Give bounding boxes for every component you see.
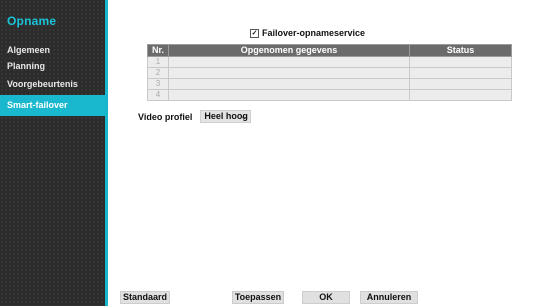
video-profile-label: Video profiel (138, 111, 193, 122)
row-recorded-data (168, 78, 410, 90)
table-row[interactable]: 1 (147, 56, 512, 68)
sidebar: Opname Algemeen Planning Voorgebeurtenis… (0, 0, 105, 306)
table-row[interactable]: 2 (147, 67, 512, 79)
table-row[interactable]: 3 (147, 78, 512, 90)
failover-checkbox-row: ✓ Failover-opnameservice (250, 28, 365, 38)
table-header-row: Nr. Opgenomen gegevens Status (147, 44, 512, 57)
main-panel: ✓ Failover-opnameservice Nr. Opgenomen g… (108, 0, 555, 306)
row-number: 1 (147, 56, 169, 68)
column-header-opgenomen-gegevens[interactable]: Opgenomen gegevens (168, 44, 410, 57)
sidebar-item-voorgebeurtenis[interactable]: Voorgebeurtenis (0, 74, 105, 95)
recording-settings-window: Opname Algemeen Planning Voorgebeurtenis… (0, 0, 555, 306)
row-status (409, 56, 512, 68)
row-recorded-data (168, 67, 410, 79)
failover-checkbox[interactable]: ✓ (250, 28, 259, 38)
row-status (409, 78, 512, 90)
sidebar-title: Opname (7, 14, 57, 28)
failover-table: Nr. Opgenomen gegevens Status 1 2 3 4 (147, 44, 512, 101)
row-number: 4 (147, 89, 169, 101)
annuleren-button[interactable]: Annuleren (360, 291, 418, 304)
toepassen-button[interactable]: Toepassen (232, 291, 284, 304)
row-status (409, 67, 512, 79)
chevron-down-icon: ⌄ (240, 112, 248, 121)
column-header-nr[interactable]: Nr. (147, 44, 169, 57)
row-recorded-data (168, 89, 410, 101)
row-status (409, 89, 512, 101)
row-number: 2 (147, 67, 169, 79)
sidebar-item-smart-failover[interactable]: Smart-failover (0, 95, 105, 116)
column-header-status[interactable]: Status (409, 44, 512, 57)
failover-checkbox-label[interactable]: Failover-opnameservice (262, 28, 365, 38)
row-number: 3 (147, 78, 169, 90)
video-profile-select[interactable]: Heel hoog ⌄ (200, 110, 252, 123)
table-row[interactable]: 4 (147, 89, 512, 101)
ok-button[interactable]: OK (302, 291, 350, 304)
row-recorded-data (168, 56, 410, 68)
video-profile-row: Video profiel Heel hoog ⌄ (138, 110, 252, 123)
standaard-button[interactable]: Standaard (120, 291, 170, 304)
